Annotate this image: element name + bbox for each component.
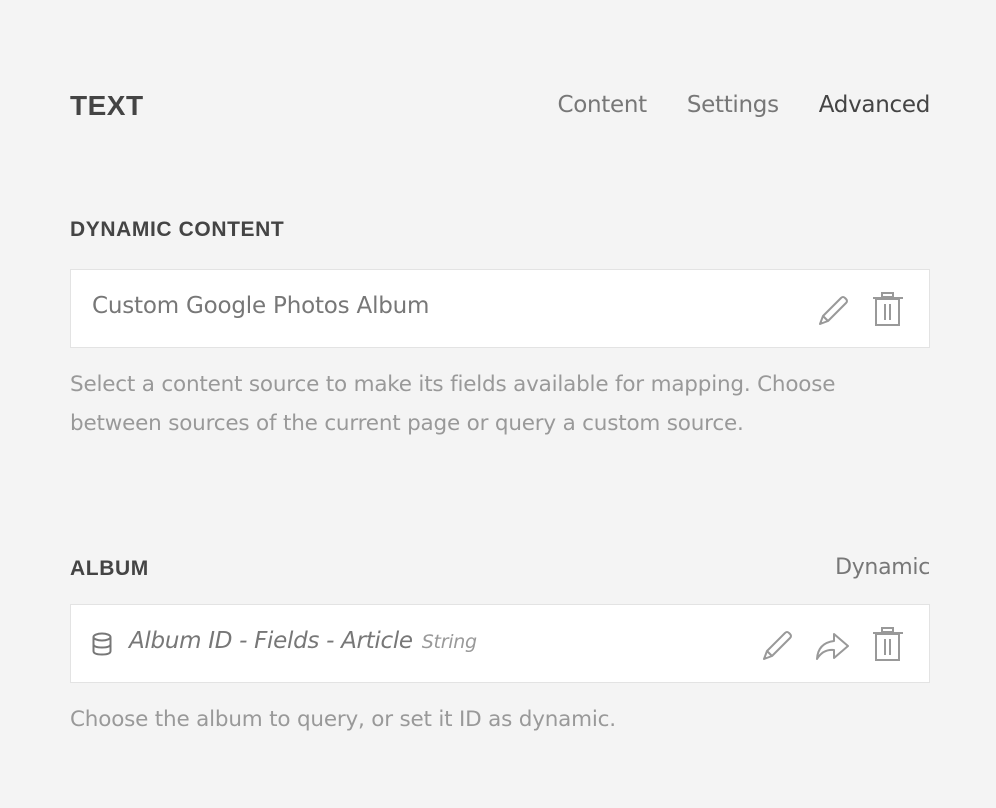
tab-content[interactable]: Content [557, 92, 647, 118]
album-help: Choose the album to query, or set it ID … [70, 707, 616, 732]
share-icon[interactable] [814, 625, 850, 663]
album-field[interactable]: Album ID - Fields - Article String [70, 604, 930, 683]
dynamic-content-help: Select a content source to make its fiel… [70, 372, 836, 436]
panel-header: TEXT Content Settings Advanced [70, 88, 930, 128]
trash-icon[interactable] [870, 290, 906, 328]
album-value-type: String [421, 631, 477, 653]
dynamic-content-value: Custom Google Photos Album [92, 293, 430, 319]
edit-icon[interactable] [816, 290, 852, 328]
tab-advanced[interactable]: Advanced [819, 92, 931, 118]
dynamic-content-field[interactable]: Custom Google Photos Album [70, 269, 930, 348]
tab-bar: Content Settings Advanced [557, 92, 930, 118]
database-icon [92, 632, 112, 656]
trash-icon[interactable] [870, 625, 906, 663]
tab-settings[interactable]: Settings [687, 92, 779, 118]
edit-icon[interactable] [760, 625, 796, 663]
panel-title: TEXT [70, 90, 144, 121]
album-label: ALBUM [70, 557, 149, 580]
album-value: Album ID - Fields - Article String [129, 628, 477, 654]
dynamic-toggle-link[interactable]: Dynamic [835, 555, 930, 580]
dynamic-content-label: DYNAMIC CONTENT [70, 218, 285, 241]
album-value-label: Album ID - Fields - Article [129, 628, 413, 654]
